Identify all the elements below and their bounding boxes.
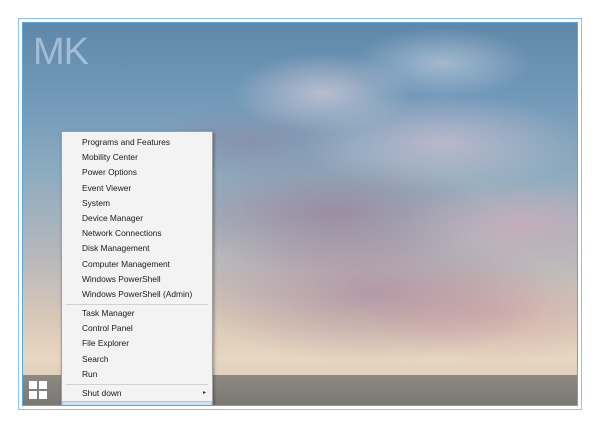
menu-item-network-connections[interactable]: Network Connections [62,226,212,241]
page: MK Programs and Features Mobility Center… [0,0,600,428]
menu-item-device-manager[interactable]: Device Manager [62,211,212,226]
menu-item-task-manager[interactable]: Task Manager [62,306,212,321]
winx-power-user-menu: Programs and Features Mobility Center Powe… [61,131,213,405]
menu-item-desktop[interactable]: Desktop [62,401,212,405]
menu-item-label: System [82,197,110,208]
menu-item-label: Run [82,368,98,379]
menu-item-label: Device Manager [82,212,143,223]
menu-item-disk-management[interactable]: Disk Management [62,241,212,256]
menu-item-label: Windows PowerShell (Admin) [82,288,193,299]
menu-item-label: Network Connections [82,228,162,239]
windows-logo-icon [29,381,37,389]
menu-item-control-panel[interactable]: Control Panel [62,321,212,336]
menu-item-windows-powershell-admin[interactable]: Windows PowerShell (Admin) [62,287,212,302]
menu-item-label: Shut down [82,388,122,398]
menu-item-label: File Explorer [82,338,130,349]
menu-item-label: Control Panel [82,323,133,334]
menu-item-search[interactable]: Search [62,352,212,367]
menu-item-programs-and-features[interactable]: Programs and Features [62,135,212,150]
menu-item-label: Programs and Features [82,137,170,147]
watermark-logo: MK [33,31,89,73]
menu-item-computer-management[interactable]: Computer Management [62,257,212,272]
menu-item-windows-powershell[interactable]: Windows PowerShell [62,272,212,287]
chevron-right-icon: ▸ [202,390,206,396]
menu-item-event-viewer[interactable]: Event Viewer [62,181,212,196]
menu-separator [66,383,208,385]
menu-item-label: Mobility Center [82,152,138,163]
menu-item-run[interactable]: Run [62,367,212,382]
menu-item-label: Windows PowerShell [82,273,161,284]
menu-item-mobility-center[interactable]: Mobility Center [62,150,212,165]
menu-separator [66,303,208,305]
menu-item-label: Computer Management [82,258,170,269]
menu-item-shut-down[interactable]: Shut down ▸ [62,386,212,401]
menu-item-power-options[interactable]: Power Options [62,165,212,180]
menu-item-label: Task Manager [82,308,135,319]
start-button[interactable] [29,381,47,399]
menu-item-label: Desktop [82,403,113,405]
menu-item-label: Search [82,353,109,364]
menu-item-label: Power Options [82,167,137,178]
menu-item-system[interactable]: System [62,196,212,211]
menu-item-label: Event Viewer [82,182,132,193]
menu-item-label: Disk Management [82,243,150,254]
menu-item-file-explorer[interactable]: File Explorer [62,336,212,351]
desktop[interactable]: MK Programs and Features Mobility Center… [22,22,578,406]
